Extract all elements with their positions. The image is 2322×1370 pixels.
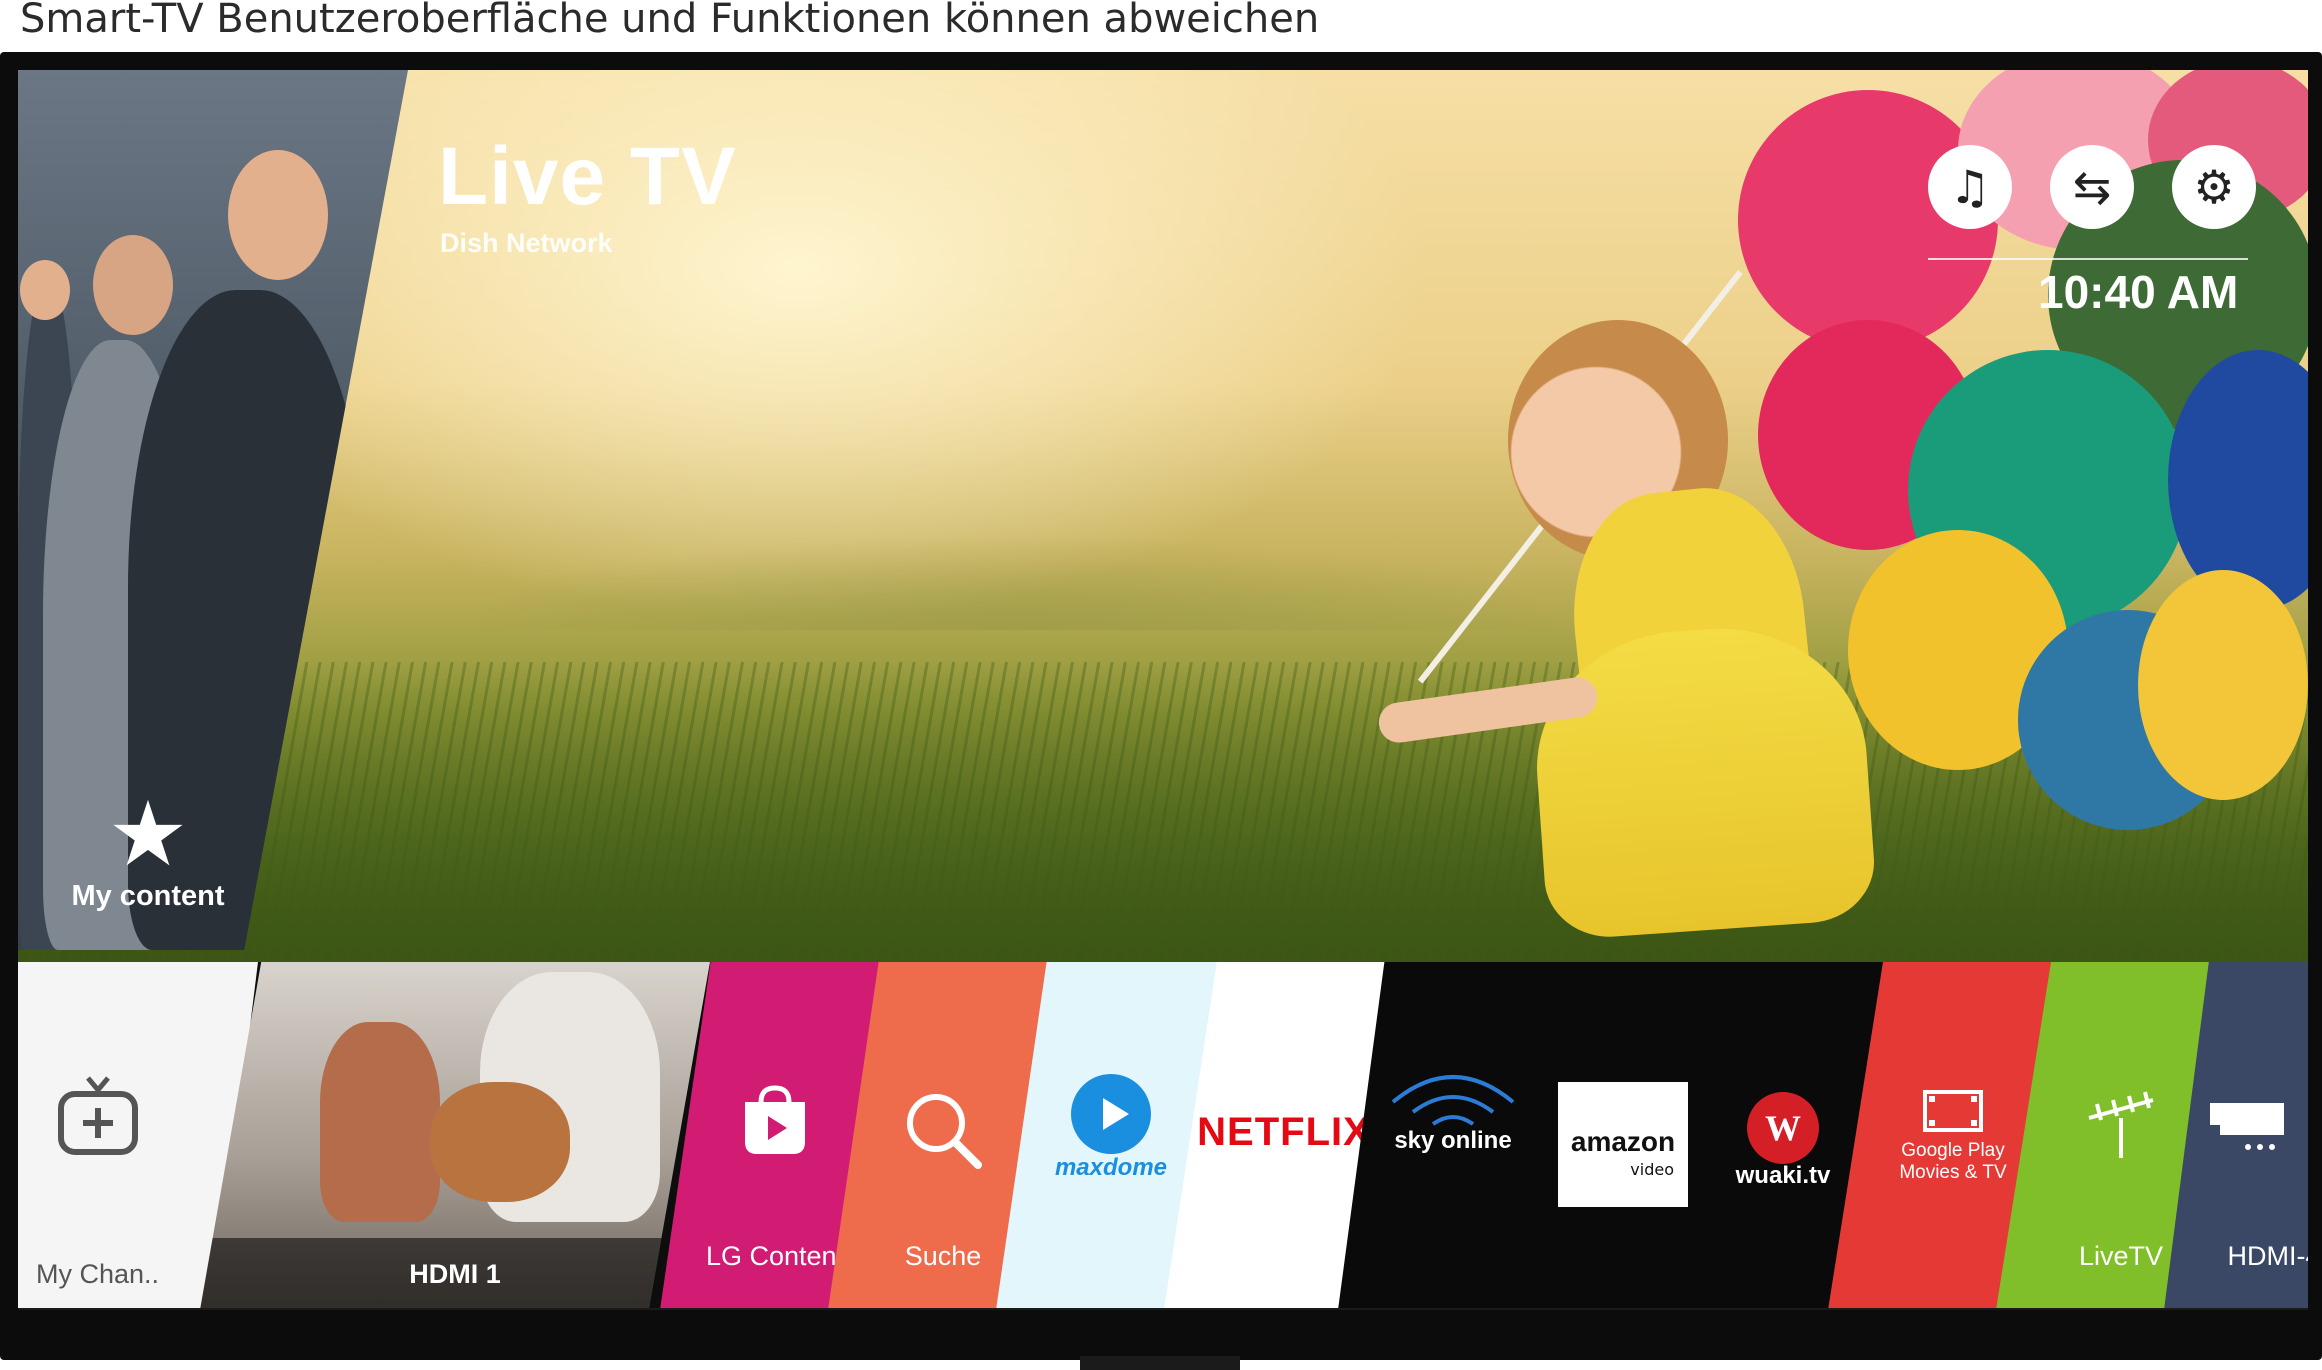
tile-label: HDMI-4 xyxy=(2227,1241,2309,1271)
input-icon[interactable]: ⇆ xyxy=(2050,145,2134,229)
tile-amazon-video[interactable]: amazon video xyxy=(1558,1082,1688,1207)
person-head xyxy=(93,235,173,335)
child-figure xyxy=(320,1022,440,1222)
hero-subtitle: Dish Network xyxy=(440,228,613,258)
background-hills xyxy=(318,450,1718,630)
amazon-sublabel: video xyxy=(1630,1160,1674,1179)
cat-figure xyxy=(430,1082,570,1202)
hdmi-icon xyxy=(2204,1097,2308,1161)
person-head xyxy=(20,260,70,320)
tile-sky-online[interactable]: sky online xyxy=(1378,962,1528,1310)
my-content-label: My content xyxy=(71,880,225,912)
tile-hdmi-1[interactable]: HDMI 1 xyxy=(200,962,710,1310)
screen-bottom-strip xyxy=(18,1308,2308,1310)
hero-title: Live TV xyxy=(438,131,737,222)
amazon-video-icon: amazon xyxy=(1570,1126,1676,1157)
balloon xyxy=(2138,570,2308,800)
star-plus-icon: ★ xyxy=(107,782,189,887)
clock: 10:40 AM xyxy=(2038,266,2239,318)
tile-wuaki[interactable]: W wuaki.tv xyxy=(1708,962,1858,1310)
settings-icon[interactable]: ⚙ xyxy=(2172,145,2256,229)
tile-label: HDMI 1 xyxy=(409,1259,501,1289)
music-icon[interactable]: ♫ xyxy=(1928,145,2012,229)
person-head xyxy=(228,150,328,280)
tile-label: sky online xyxy=(1394,1127,1512,1154)
top-quick-icons: ♫ ⇆ ⚙ xyxy=(1928,145,2256,229)
tile-label: wuaki.tv xyxy=(1735,1162,1831,1189)
svg-text:W: W xyxy=(1765,1108,1801,1148)
launcher-bar: My Chan.. HDMI 1 LG Content Suche maxdom… xyxy=(18,962,2308,1310)
tv-plus-icon xyxy=(18,1072,218,1166)
hero-banner[interactable]: ★ My content Live TV Dish Network ♫ ⇆ ⚙ … xyxy=(18,70,2308,962)
top-divider xyxy=(1928,258,2248,260)
my-content-button[interactable]: ★ My content xyxy=(38,790,258,913)
disclaimer-caption: Smart-TV Benutzeroberfläche und Funktion… xyxy=(20,0,1320,42)
tv-screen: ★ My content Live TV Dish Network ♫ ⇆ ⚙ … xyxy=(18,70,2308,1310)
wuaki-icon: W xyxy=(1708,1090,1858,1170)
tv-stand xyxy=(1080,1356,1240,1370)
